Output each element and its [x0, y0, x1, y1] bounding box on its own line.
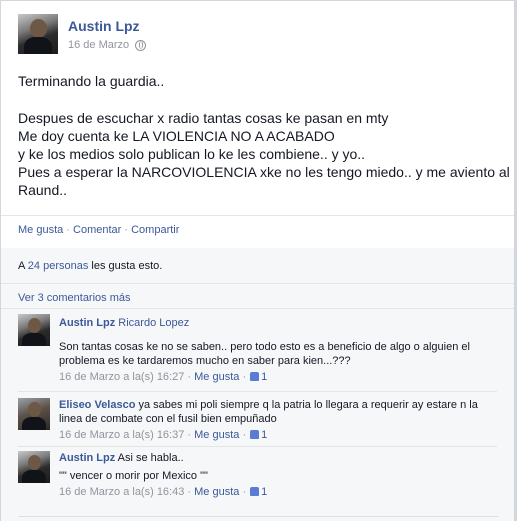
- comment-like-count[interactable]: 1: [261, 371, 267, 383]
- separator: ·: [239, 429, 250, 441]
- comment-like-link[interactable]: Me gusta: [194, 429, 239, 441]
- write-comment-box[interactable]: [18, 516, 498, 521]
- view-more-comments-link[interactable]: Ver 3 comentarios más: [18, 292, 131, 304]
- post-line: Raund..: [18, 182, 68, 198]
- comment-mention[interactable]: Ricardo Lopez: [118, 317, 189, 329]
- post-line: Terminando la guardia..: [18, 73, 165, 89]
- separator: ·: [121, 224, 132, 236]
- comment-text-line: ya sabes mi poli siempre q la patria lo …: [138, 399, 478, 411]
- thumbs-up-icon: [250, 430, 260, 439]
- post-card: Austin Lpz 16 de Marzo Terminando la gua…: [0, 0, 515, 521]
- commenter-avatar[interactable]: [18, 451, 50, 483]
- comment-text-line: problema es ke tardaremos mucho en saber…: [59, 355, 351, 367]
- comment-meta: 16 de Marzo a la(s) 16:27 · Me gusta · 1: [59, 370, 499, 384]
- comment-meta: 16 de Marzo a la(s) 16:43 · Me gusta · 1: [59, 485, 499, 499]
- thumbs-up-icon: [250, 487, 260, 496]
- comment-date[interactable]: 16 de Marzo a la(s) 16:43: [59, 486, 184, 498]
- comment-like-count[interactable]: 1: [261, 486, 267, 498]
- post-line-gap: [18, 90, 508, 109]
- post-line: Despues de escuchar x radio tantas cosas…: [18, 110, 389, 126]
- divider: [18, 446, 497, 447]
- comment-meta: 16 de Marzo a la(s) 16:37 · Me gusta · 1: [59, 428, 499, 442]
- post-line: Me doy cuenta ke LA VIOLENCIA NO A ACABA…: [18, 128, 335, 144]
- separator: ·: [184, 371, 195, 383]
- likes-prefix: A: [18, 260, 28, 272]
- comment-date[interactable]: 16 de Marzo a la(s) 16:27: [59, 371, 184, 383]
- separator: ·: [239, 371, 250, 383]
- divider: [1, 283, 514, 284]
- comment-like-link[interactable]: Me gusta: [194, 486, 239, 498]
- likes-suffix: les gusta esto.: [88, 260, 163, 272]
- comment-body: Eliseo Velasco ya sabes mi poli siempre …: [59, 398, 499, 442]
- author-avatar[interactable]: [18, 14, 58, 54]
- likers-link[interactable]: 24 personas: [28, 260, 89, 272]
- post-line: Pues a esperar la NARCOVIOLENCIA xke no …: [18, 164, 515, 180]
- globe-icon[interactable]: [135, 39, 147, 51]
- comment-text-line: Son tantas cosas ke no se saben.. pero t…: [59, 341, 470, 353]
- commenter-avatar[interactable]: [18, 314, 50, 346]
- post-date[interactable]: 16 de Marzo: [68, 39, 129, 51]
- commenter-name[interactable]: Austin Lpz: [59, 452, 115, 464]
- commenter-name[interactable]: Austin Lpz: [59, 317, 115, 329]
- comment-text-line: Asi se habla..: [117, 452, 184, 464]
- view-more-comments: Ver 3 comentarios más: [18, 292, 131, 304]
- post-line: y ke los medios solo publican lo ke les …: [18, 146, 366, 162]
- separator: ·: [239, 486, 250, 498]
- divider: [1, 308, 514, 309]
- post-text: Terminando la guardia.. Despues de escuc…: [18, 72, 515, 199]
- post-actions: Me gusta · Comentar · Compartir: [18, 224, 179, 236]
- comment-text-line: "" vencer o morir por Mexico "": [59, 470, 208, 482]
- share-link[interactable]: Compartir: [131, 224, 179, 236]
- divider: [18, 391, 497, 392]
- comment-date[interactable]: 16 de Marzo a la(s) 16:37: [59, 429, 184, 441]
- comment-like-link[interactable]: Me gusta: [194, 371, 239, 383]
- comment-link[interactable]: Comentar: [73, 224, 121, 236]
- separator: ·: [63, 224, 74, 236]
- author-name[interactable]: Austin Lpz: [68, 18, 140, 34]
- divider: [1, 215, 514, 216]
- comment-body: Austin Lpz Ricardo Lopez Son tantas cosa…: [59, 314, 499, 384]
- separator: ·: [184, 429, 195, 441]
- thumbs-up-icon: [250, 372, 260, 381]
- comment-body: Austin Lpz Asi se habla.. "" vencer o mo…: [59, 451, 499, 499]
- post-meta: 16 de Marzo: [68, 39, 147, 51]
- commenter-avatar[interactable]: [18, 398, 50, 430]
- like-link[interactable]: Me gusta: [18, 224, 63, 236]
- comment-text-line: linea de combate con el fusil bien empuñ…: [59, 413, 277, 425]
- comment-like-count[interactable]: 1: [261, 429, 267, 441]
- likes-summary: A 24 personas les gusta esto.: [18, 260, 162, 272]
- separator: ·: [184, 486, 195, 498]
- commenter-name[interactable]: Eliseo Velasco: [59, 399, 135, 411]
